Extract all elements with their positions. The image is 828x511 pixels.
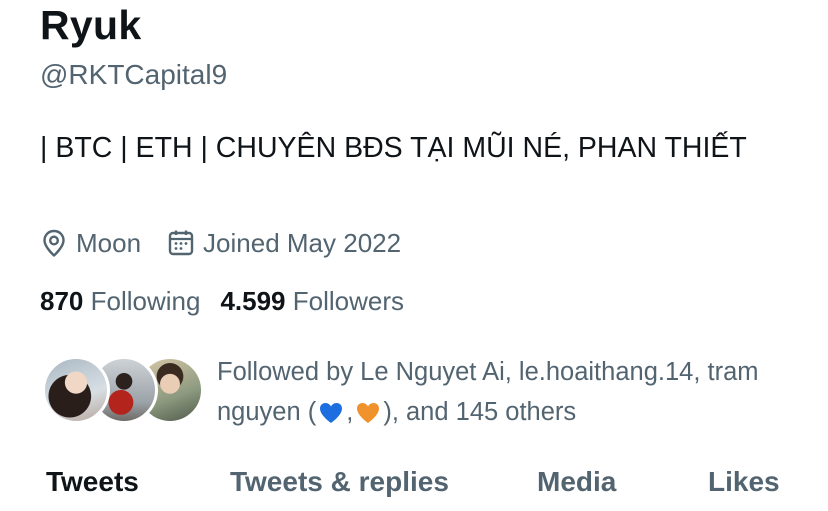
tab-likes[interactable]: Likes (708, 465, 780, 499)
followers-label: Followers (292, 286, 405, 316)
profile-location: Moon (40, 228, 141, 259)
followed-by-row[interactable]: Followed by Le Nguyet Ai, le.hoaithang.1… (40, 352, 820, 428)
orange-heart-icon (355, 397, 381, 437)
tab-tweets[interactable]: Tweets (46, 465, 139, 499)
following-label: Following (90, 286, 201, 316)
calendar-icon (168, 230, 194, 256)
avatar (42, 356, 110, 424)
profile-joined: Joined May 2022 (167, 228, 401, 259)
profile-tabs: Tweets Tweets & replies Media Likes (0, 457, 828, 511)
follower-avatars (42, 354, 204, 426)
location-text: Moon (76, 227, 142, 258)
location-pin-icon (43, 229, 65, 257)
tab-media[interactable]: Media (537, 465, 616, 499)
heart-separator: , (346, 398, 354, 426)
followed-by-suffix: ), and 145 others (383, 398, 577, 426)
profile-stats: 870 Following 4.599 Followers (40, 285, 424, 317)
profile-handle: @RKTCapital9 (40, 59, 228, 90)
profile-meta: Moon Joined May 2022 (40, 226, 427, 260)
followed-by-text: Followed by Le Nguyet Ai, le.hoaithang.1… (217, 352, 807, 437)
followers-count: 4.599 (220, 286, 286, 316)
profile-bio: | BTC | ETH | CHUYÊN BĐS TẠI MŨI NÉ, PHA… (40, 132, 747, 164)
blue-heart-icon (318, 397, 344, 437)
profile-name: Ryuk (40, 2, 142, 48)
followers-link[interactable]: 4.599 Followers (220, 285, 404, 317)
following-count: 870 (40, 286, 84, 316)
tab-tweets-replies[interactable]: Tweets & replies (230, 465, 449, 499)
following-link[interactable]: 870 Following (40, 285, 200, 317)
joined-text: Joined May 2022 (203, 227, 402, 258)
